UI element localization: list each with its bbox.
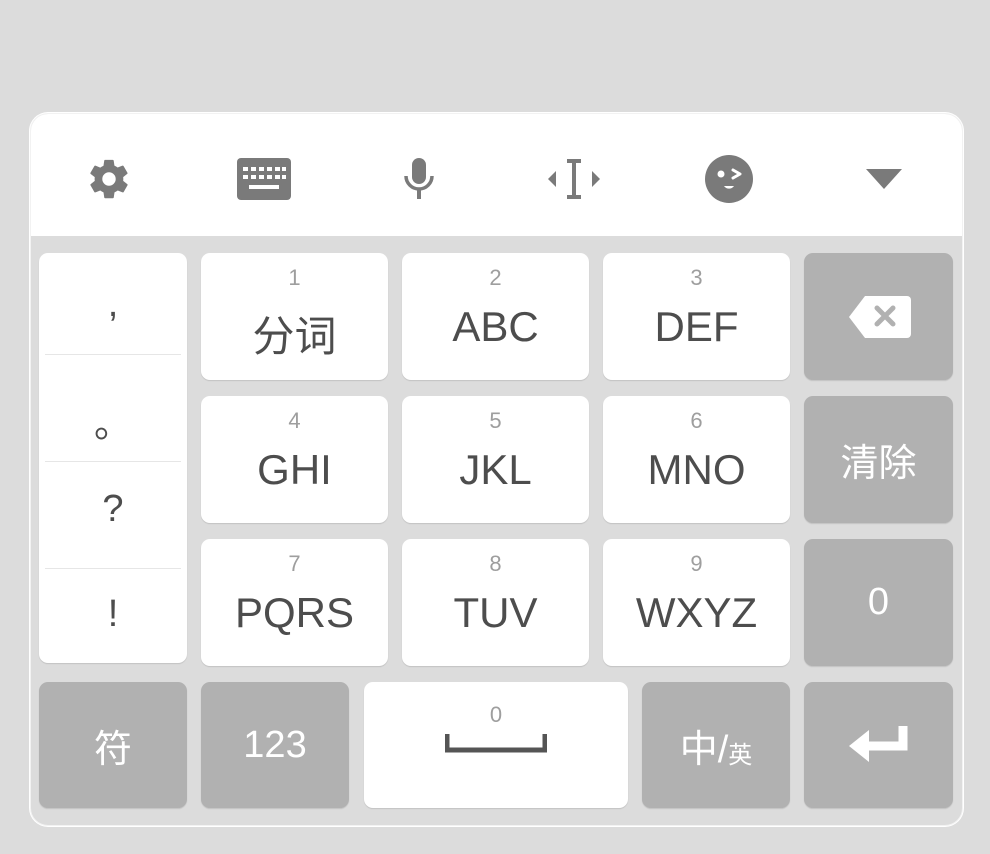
key-number: 7: [288, 551, 301, 576]
symbols-key[interactable]: 符: [39, 682, 187, 808]
numbers-key[interactable]: 123: [201, 682, 349, 808]
enter-icon: [804, 682, 953, 808]
key-label: TUV: [453, 589, 538, 636]
divider: [45, 354, 181, 355]
microphone-icon[interactable]: [384, 144, 454, 214]
key-number: 8: [489, 551, 502, 576]
punct-period-key[interactable]: 。: [45, 393, 181, 448]
language-toggle-label: 中/英: [642, 682, 790, 808]
clear-label: 清除: [840, 443, 917, 485]
punctuation-column: , 。 ? !: [39, 253, 187, 663]
zero-label: 0: [867, 581, 890, 623]
key-label: GHI: [257, 446, 332, 493]
keyboard: , 。 ? ! 1 分词 2 ABC 3 DEF 4 GHI 5 JKL 6 M…: [30, 113, 963, 826]
key-number: 2: [489, 265, 502, 290]
key-number: 4: [288, 408, 301, 433]
key-label: WXYZ: [635, 589, 758, 636]
divider: [45, 461, 181, 462]
key-5[interactable]: 5 JKL: [402, 396, 589, 523]
key-label: PQRS: [234, 589, 355, 636]
key-2[interactable]: 2 ABC: [402, 253, 589, 380]
lang-en-label: 英: [728, 741, 753, 769]
key-number: 6: [690, 408, 703, 433]
key-1[interactable]: 1 分词: [201, 253, 388, 380]
lang-zh-label: 中/: [679, 728, 729, 771]
symbols-label: 符: [93, 728, 132, 771]
punct-comma-key[interactable]: ,: [45, 283, 181, 326]
punct-question-key[interactable]: ?: [45, 488, 181, 531]
space-number: 0: [489, 702, 503, 727]
key-number: 1: [288, 265, 301, 290]
keyboard-toolbar: [31, 114, 962, 236]
cursor-move-icon[interactable]: [539, 144, 609, 214]
key-label: MNO: [647, 446, 746, 493]
collapse-icon[interactable]: [849, 144, 919, 214]
enter-key[interactable]: [804, 682, 953, 808]
key-label: DEF: [654, 303, 739, 350]
key-8[interactable]: 8 TUV: [402, 539, 589, 666]
space-icon: [445, 734, 547, 753]
divider: [45, 568, 181, 569]
key-number: 5: [489, 408, 502, 433]
punct-exclaim-key[interactable]: !: [45, 593, 181, 636]
key-3[interactable]: 3 DEF: [603, 253, 790, 380]
emoji-icon[interactable]: [694, 144, 764, 214]
key-label: JKL: [459, 446, 532, 493]
key-9[interactable]: 9 WXYZ: [603, 539, 790, 666]
gear-icon[interactable]: [74, 144, 144, 214]
key-label: 分词: [252, 313, 337, 360]
key-number: 9: [690, 551, 703, 576]
zero-key[interactable]: 0: [804, 539, 953, 666]
key-label: ABC: [452, 303, 539, 350]
key-number: 3: [690, 265, 703, 290]
backspace-key[interactable]: [804, 253, 953, 380]
key-4[interactable]: 4 GHI: [201, 396, 388, 523]
clear-key[interactable]: 清除: [804, 396, 953, 523]
key-6[interactable]: 6 MNO: [603, 396, 790, 523]
backspace-icon: [804, 253, 953, 380]
language-toggle-key[interactable]: 中/英: [642, 682, 790, 808]
space-key[interactable]: 0: [364, 682, 628, 808]
keyboard-icon[interactable]: [229, 144, 299, 214]
numbers-label: 123: [243, 723, 307, 766]
key-7[interactable]: 7 PQRS: [201, 539, 388, 666]
